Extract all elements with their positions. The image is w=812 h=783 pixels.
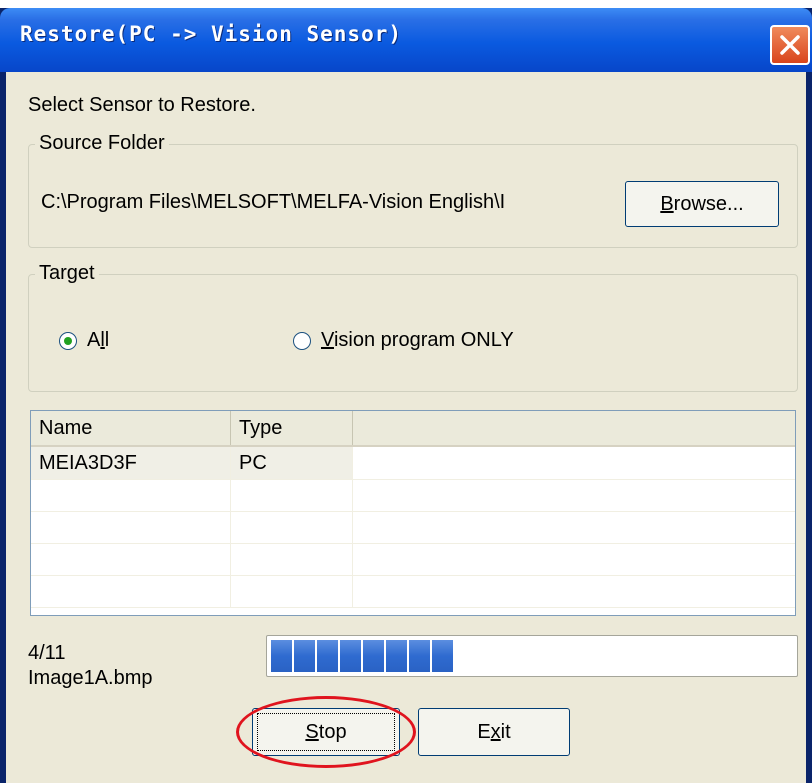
empty-list-row [31, 511, 795, 544]
empty-list-row [31, 543, 795, 576]
radio-all-label[interactable]: All [87, 329, 109, 352]
progress-block [432, 640, 453, 672]
list-row[interactable]: MEIA3D3F PC [31, 447, 795, 480]
column-header-empty [353, 411, 795, 445]
progress-block [271, 640, 292, 672]
source-folder-label: Source Folder [35, 132, 169, 155]
radio-vision-program-only[interactable] [293, 332, 311, 350]
cutoff-caption [0, 0, 812, 8]
progress-bar [266, 635, 798, 677]
source-folder-path: C:\Program Files\MELSOFT\MELFA-Vision En… [41, 191, 506, 213]
close-x-icon [780, 35, 800, 55]
row-type-cell: PC [231, 447, 353, 479]
progress-block [340, 640, 361, 672]
row-name-cell: MEIA3D3F [31, 447, 231, 479]
dialog-client-area: Select Sensor to Restore. Source Folder … [6, 72, 806, 783]
empty-cell [231, 479, 353, 511]
empty-cell [231, 511, 353, 543]
progress-block [294, 640, 315, 672]
empty-cell [31, 479, 231, 511]
stop-highlight-ellipse [236, 696, 416, 768]
column-header-name[interactable]: Name [31, 411, 231, 445]
progress-count: 4/11 [28, 642, 66, 664]
browse-button[interactable]: Browse... [625, 181, 779, 227]
window-title: Restore(PC -> Vision Sensor) [20, 22, 403, 46]
empty-cell [231, 575, 353, 607]
empty-list-row [31, 575, 795, 608]
sensor-list[interactable]: Name Type MEIA3D3F PC [30, 410, 796, 616]
exit-button[interactable]: Exit [418, 708, 570, 756]
restore-dialog: Restore(PC -> Vision Sensor) Select Sens… [0, 8, 812, 783]
radio-all[interactable] [59, 332, 77, 350]
progress-block [363, 640, 384, 672]
empty-cell [231, 543, 353, 575]
column-header-type[interactable]: Type [231, 411, 353, 445]
title-bar[interactable]: Restore(PC -> Vision Sensor) [0, 8, 812, 72]
target-label: Target [35, 262, 99, 285]
progress-block [386, 640, 407, 672]
close-button[interactable] [770, 25, 810, 65]
browse-button-label: Browse... [660, 193, 744, 215]
radio-vision-program-only-label[interactable]: Vision program ONLY [321, 329, 514, 352]
list-header: Name Type [31, 411, 795, 447]
empty-cell [31, 575, 231, 607]
empty-list-row [31, 479, 795, 512]
exit-button-label: Exit [477, 721, 511, 743]
source-folder-group: Source Folder C:\Program Files\MELSOFT\M… [28, 132, 798, 248]
target-group: Target All Vision program ONLY [28, 262, 798, 392]
empty-cell [31, 511, 231, 543]
progress-current-file: Image1A.bmp [28, 667, 153, 689]
progress-block [409, 640, 430, 672]
instruction-text: Select Sensor to Restore. [28, 94, 256, 116]
progress-block [317, 640, 338, 672]
empty-cell [31, 543, 231, 575]
